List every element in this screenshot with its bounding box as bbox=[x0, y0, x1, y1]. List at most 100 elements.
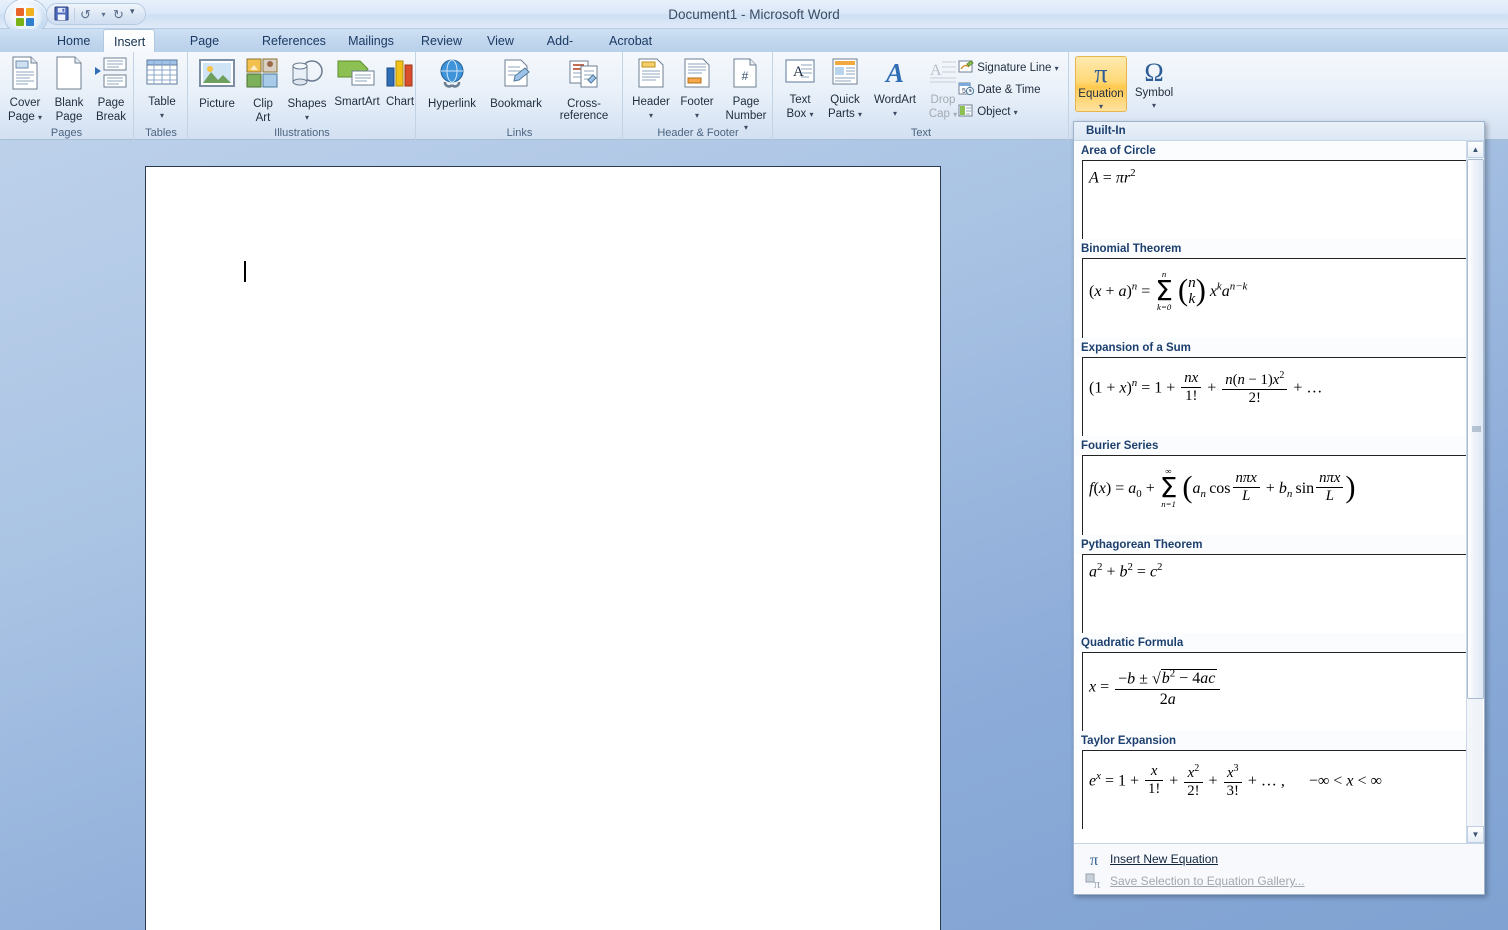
smartart-button[interactable]: SmartArt bbox=[331, 58, 383, 109]
bookmark-button[interactable]: Bookmark bbox=[483, 58, 549, 111]
cross-reference-button[interactable]: Cross-reference bbox=[549, 58, 619, 122]
page-break-label-1: Page bbox=[97, 97, 125, 109]
ribbon-group-text: A Text Box ▾ Quick Parts ▾ A WordArt ▾ A… bbox=[774, 52, 1069, 140]
tab-references[interactable]: References bbox=[252, 29, 331, 52]
blank-page-button[interactable]: Blank Page bbox=[48, 56, 90, 123]
tab-acrobat[interactable]: Acrobat bbox=[599, 29, 659, 52]
gallery-item-fourier-series[interactable]: Fourier Series f(x) = a0 + ∞ Σn=1 (an cos… bbox=[1074, 436, 1484, 535]
office-button[interactable] bbox=[4, 0, 48, 36]
gallery-item-taylor-expansion[interactable]: Taylor Expansion ex = 1 + x 1! + x2 2! + x… bbox=[1074, 731, 1484, 829]
undo-button[interactable]: ↺ bbox=[76, 6, 95, 24]
document-page[interactable] bbox=[145, 166, 941, 930]
group-label-text: Text bbox=[910, 127, 932, 139]
scrollbar-thumb[interactable] bbox=[1467, 159, 1484, 699]
equation-preview[interactable]: f(x) = a0 + ∞ Σn=1 (an cos nπx L + bn sin nπ… bbox=[1082, 455, 1472, 535]
scrollbar-grip-icon bbox=[1472, 426, 1481, 432]
tab-add-ins[interactable]: Add-Ins bbox=[530, 29, 590, 72]
tab-review[interactable]: Review bbox=[411, 29, 469, 52]
ribbon-group-pages: Cover Page ▾ Blank Page Page Break Pages bbox=[0, 52, 134, 140]
hyperlink-button[interactable]: Hyperlink bbox=[421, 58, 483, 111]
table-icon bbox=[146, 59, 178, 85]
equation-binomial-theorem: (x + a)n = n Σk=0 (n k) xkan−k bbox=[1089, 269, 1248, 313]
shapes-button[interactable]: Shapes ▾ bbox=[283, 58, 331, 122]
window-title: Document1 - Microsoft Word bbox=[668, 7, 840, 22]
chart-label: Chart bbox=[385, 96, 415, 108]
picture-icon bbox=[199, 59, 235, 87]
cover-page-icon bbox=[12, 56, 38, 90]
clip-art-label-1: Clip bbox=[253, 98, 273, 110]
chevron-down-icon: ▾ bbox=[1098, 101, 1103, 111]
equation-preview[interactable]: (x + a)n = n Σk=0 (n k) xkan−k bbox=[1082, 258, 1472, 338]
cover-page-button[interactable]: Cover Page ▾ bbox=[4, 56, 46, 123]
date-time-button[interactable]: 5 Date & Time bbox=[958, 81, 1040, 96]
chart-button[interactable]: Chart bbox=[383, 58, 417, 109]
wordart-label: WordArt bbox=[874, 94, 916, 106]
equation-preview[interactable]: a2 + b2 = c2 bbox=[1082, 554, 1472, 633]
svg-text:5: 5 bbox=[962, 88, 966, 95]
signature-line-button[interactable]: Signature Line ▾ bbox=[958, 59, 1059, 74]
tab-insert[interactable]: Insert bbox=[103, 29, 155, 53]
gallery-item-binomial-theorem[interactable]: Binomial Theorem (x + a)n = n Σk=0 (n k) x… bbox=[1074, 239, 1484, 338]
footer-button[interactable]: Footer ▾ bbox=[674, 58, 720, 120]
equation-button[interactable]: π Equation ▾ bbox=[1075, 56, 1127, 112]
symbol-button[interactable]: Ω Symbol ▾ bbox=[1130, 56, 1178, 112]
save-button[interactable] bbox=[52, 6, 71, 24]
customize-qat-button[interactable]: ▾ bbox=[130, 6, 135, 17]
equation-preview[interactable]: A = πr2 bbox=[1082, 160, 1472, 239]
object-button[interactable]: Object ▾ bbox=[958, 103, 1018, 118]
text-box-button[interactable]: A Text Box ▾ bbox=[778, 58, 822, 120]
equation-preview[interactable]: x = −b ± √b2 − 4ac 2a bbox=[1082, 652, 1472, 731]
tab-page-layout[interactable]: Page Layout bbox=[163, 29, 246, 72]
signature-line-icon bbox=[958, 60, 974, 73]
clip-art-label-2: Art bbox=[255, 111, 271, 124]
header-button[interactable]: Header ▾ bbox=[628, 58, 674, 120]
page-break-button[interactable]: Page Break bbox=[90, 56, 132, 123]
omega-icon: Ω bbox=[1144, 58, 1164, 87]
scroll-up-button[interactable]: ▲ bbox=[1467, 141, 1484, 158]
quick-parts-button[interactable]: Quick Parts ▾ bbox=[822, 58, 868, 120]
gallery-header-built-in: Built-In bbox=[1074, 122, 1484, 141]
chevron-down-icon: ▾ bbox=[694, 110, 699, 120]
hyperlink-label: Hyperlink bbox=[428, 98, 476, 110]
gallery-scroll-area[interactable]: Area of Circle A = πr2 Binomial Theorem … bbox=[1074, 141, 1484, 843]
hyperlink-icon bbox=[440, 59, 464, 88]
chevron-down-icon: ▾ bbox=[38, 112, 43, 122]
gallery-scrollbar[interactable]: ▲ ▼ bbox=[1466, 141, 1484, 843]
svg-text:A: A bbox=[930, 62, 942, 79]
chevron-down-icon: ▾ bbox=[858, 109, 863, 119]
insert-new-equation-label: Insert New Equation bbox=[1110, 852, 1219, 866]
insert-new-equation-command[interactable]: π Insert New Equation bbox=[1074, 848, 1484, 870]
wordart-button[interactable]: A WordArt ▾ bbox=[869, 58, 921, 118]
equation-preview[interactable]: (1 + x)n = 1 + nx 1! + n(n − 1)x2 2! + … bbox=[1082, 357, 1472, 436]
group-label-illustrations: Illustrations bbox=[274, 127, 330, 139]
page-number-label-2: Number bbox=[725, 109, 767, 122]
page-number-button[interactable]: # Page Number ▾ bbox=[722, 58, 770, 134]
gallery-item-expansion-of-a-sum[interactable]: Expansion of a Sum (1 + x)n = 1 + nx 1! +… bbox=[1074, 338, 1484, 436]
qat-separator bbox=[74, 8, 75, 22]
chevron-down-icon: ▾ bbox=[1151, 100, 1156, 110]
group-label-header-footer: Header & Footer bbox=[657, 127, 739, 139]
page-break-icon bbox=[95, 57, 127, 88]
equation-preview[interactable]: ex = 1 + x 1! + x2 2! + x3 3! + … , −∞ < x … bbox=[1082, 750, 1472, 829]
chevron-down-icon: ▾ bbox=[809, 109, 814, 119]
gallery-item-label: Quadratic Formula bbox=[1074, 633, 1484, 652]
tab-home[interactable]: Home bbox=[47, 29, 95, 52]
date-time-label: Date & Time bbox=[977, 84, 1041, 96]
gallery-item-area-of-circle[interactable]: Area of Circle A = πr2 bbox=[1074, 141, 1484, 239]
gallery-footer: π Insert New Equation π Save Selection t… bbox=[1074, 843, 1484, 894]
drop-cap-icon: A bbox=[930, 61, 956, 83]
smartart-icon bbox=[337, 60, 375, 86]
clip-art-button[interactable]: Clip Art bbox=[244, 58, 282, 124]
gallery-item-label: Pythagorean Theorem bbox=[1074, 535, 1484, 554]
gallery-item-pythagorean-theorem[interactable]: Pythagorean Theorem a2 + b2 = c2 bbox=[1074, 535, 1484, 633]
tab-mailings[interactable]: Mailings bbox=[337, 29, 405, 52]
scroll-down-button[interactable]: ▼ bbox=[1467, 826, 1484, 843]
tab-view[interactable]: View bbox=[477, 29, 521, 52]
cover-page-label-2: Page bbox=[7, 110, 35, 123]
table-button[interactable]: Table ▾ bbox=[140, 58, 184, 120]
gallery-item-quadratic-formula[interactable]: Quadratic Formula x = −b ± √b2 − 4ac 2a bbox=[1074, 633, 1484, 731]
picture-button[interactable]: Picture bbox=[192, 58, 242, 111]
chart-icon bbox=[386, 60, 413, 87]
redo-button[interactable]: ↻ bbox=[109, 6, 128, 24]
svg-text:#: # bbox=[742, 69, 749, 83]
